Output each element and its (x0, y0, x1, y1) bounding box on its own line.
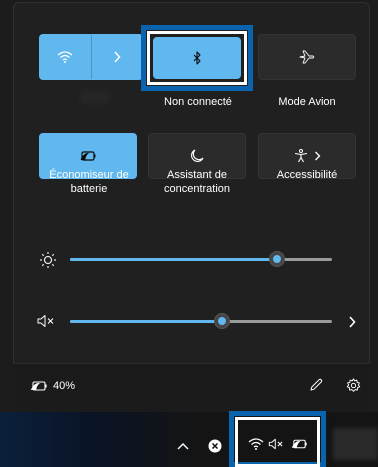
accessibility-icon (294, 149, 308, 163)
battery-saver-label-line1: Économiseur de (49, 169, 129, 181)
bluetooth-icon (192, 51, 202, 65)
brightness-icon (38, 250, 58, 270)
chevron-right-icon (314, 151, 321, 161)
close-circle-icon[interactable] (206, 437, 224, 455)
airplane-mode-tile[interactable] (258, 34, 356, 80)
battery-saver-icon (291, 439, 308, 449)
system-tray-quick-settings-button[interactable] (240, 427, 316, 461)
volume-muted-icon (268, 438, 286, 450)
wifi-expand-button[interactable] (92, 35, 143, 79)
battery-percentage: 40% (53, 380, 76, 392)
battery-status[interactable]: 40% (30, 378, 75, 394)
gear-icon[interactable] (342, 374, 364, 396)
accessibility-label: Accessibilité (276, 169, 338, 181)
battery-saver-icon (30, 381, 48, 391)
volume-slider-fill (70, 320, 222, 323)
chevron-right-icon (113, 51, 121, 63)
battery-saver-label-line2: batterie (70, 183, 108, 195)
focus-assist-label-line2: concentration (163, 183, 231, 195)
pencil-icon[interactable] (305, 374, 327, 396)
taskbar-background (0, 412, 200, 467)
brightness-slider-thumb[interactable] (269, 251, 285, 267)
wifi-toggle[interactable] (40, 35, 91, 79)
bluetooth-tile[interactable] (153, 37, 241, 79)
bluetooth-label: Non connecté (164, 96, 232, 108)
airplane-mode-label: Mode Avion (278, 96, 336, 108)
airplane-icon (299, 50, 315, 64)
chevron-up-icon[interactable] (175, 438, 191, 454)
brightness-slider-fill (70, 258, 277, 261)
volume-slider-thumb[interactable] (214, 313, 230, 329)
audio-output-chevron-icon[interactable] (345, 314, 359, 330)
focus-assist-label-line1: Assistant de (167, 169, 227, 181)
volume-muted-icon (36, 312, 58, 330)
battery-saver-icon (80, 151, 96, 161)
wifi-icon (57, 51, 73, 63)
wifi-icon (248, 438, 264, 450)
moon-icon (190, 149, 204, 163)
taskbar-clock-area[interactable] (333, 428, 378, 460)
wifi-tile[interactable] (39, 34, 143, 80)
wifi-network-name (80, 90, 110, 104)
